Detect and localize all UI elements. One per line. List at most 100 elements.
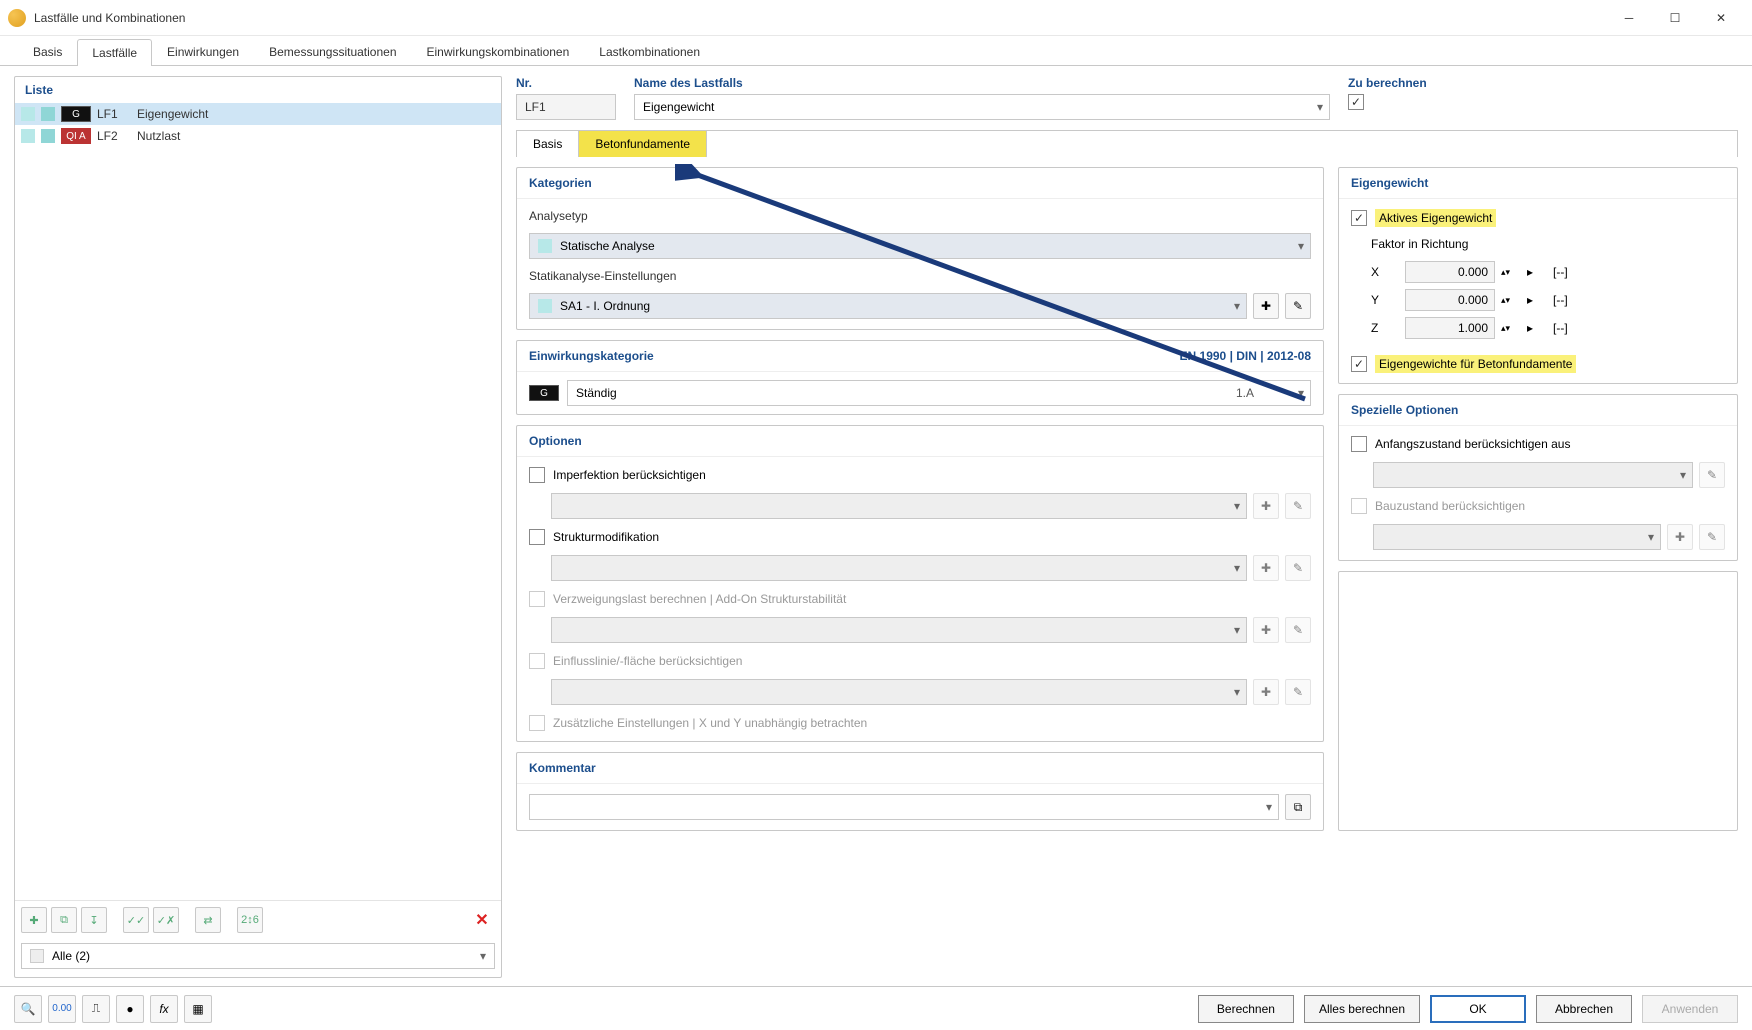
chevron-down-icon: ▾ xyxy=(1298,386,1304,400)
arrow-icon[interactable]: ▸ xyxy=(1527,293,1547,307)
factor-x-input[interactable] xyxy=(1405,261,1495,283)
tab-einwirkungskombinationen[interactable]: Einwirkungskombinationen xyxy=(412,38,585,65)
statik-combo[interactable]: SA1 - I. Ordnung ▾ xyxy=(529,293,1247,319)
combo-swatch-icon xyxy=(538,299,552,313)
alles-berechnen-button[interactable]: Alles berechnen xyxy=(1304,995,1420,1023)
anfang-checkbox[interactable] xyxy=(1351,436,1367,452)
nr-input[interactable] xyxy=(516,94,616,120)
factor-y-input[interactable] xyxy=(1405,289,1495,311)
factor-y-unit: [--] xyxy=(1553,293,1583,307)
lf-name: Eigengewicht xyxy=(137,107,208,121)
name-combo[interactable]: Eigengewicht ▾ xyxy=(634,94,1330,120)
calendar-icon[interactable]: ▦ xyxy=(184,995,212,1023)
new-settings-icon[interactable]: ✚ xyxy=(1253,293,1279,319)
edit-settings-icon[interactable]: ✎ xyxy=(1285,293,1311,319)
spezielle-title: Spezielle Optionen xyxy=(1339,395,1737,426)
subtab-basis[interactable]: Basis xyxy=(517,131,579,157)
delete-icon[interactable]: ✕ xyxy=(469,907,495,933)
filter-swatch-icon xyxy=(30,949,44,963)
einfluss-combo: ▾ xyxy=(551,679,1247,705)
kommentar-edit-icon[interactable]: ⧉ xyxy=(1285,794,1311,820)
name-label: Name des Lastfalls xyxy=(634,76,1330,90)
check-icon[interactable]: ✓✓ xyxy=(123,907,149,933)
aktives-checkbox[interactable] xyxy=(1351,210,1367,226)
detail-panel: Nr. Name des Lastfalls Eigengewicht ▾ Zu… xyxy=(516,76,1738,978)
filter-combo[interactable]: Alle (2) ▾ xyxy=(21,943,495,969)
new-icon[interactable]: ✚ xyxy=(21,907,47,933)
dot-icon[interactable]: ● xyxy=(116,995,144,1023)
list-panel: Liste G LF1 Eigengewicht QI A LF2 Nutzla… xyxy=(14,76,502,978)
einwirkung-combo[interactable]: Ständig 1.A ▾ xyxy=(567,380,1311,406)
einwirkung-title: Einwirkungskategorie xyxy=(529,349,654,363)
insert-icon[interactable]: ↧ xyxy=(81,907,107,933)
tab-basis[interactable]: Basis xyxy=(18,38,77,65)
minimize-button[interactable]: ─ xyxy=(1606,3,1652,33)
model-icon[interactable]: ⎍ xyxy=(82,995,110,1023)
swap-icon[interactable]: ⇄ xyxy=(195,907,221,933)
edit-icon: ✎ xyxy=(1699,462,1725,488)
zu-berechnen-checkbox[interactable] xyxy=(1348,94,1364,110)
spinner-icon[interactable]: ▴▾ xyxy=(1501,323,1521,334)
list-row-lf2[interactable]: QI A LF2 Nutzlast xyxy=(15,125,501,147)
group-eigengewicht: Eigengewicht Aktives Eigengewicht Faktor… xyxy=(1338,167,1738,384)
main-tabs: Basis Lastfälle Einwirkungen Bemessungss… xyxy=(0,36,1752,66)
chevron-down-icon: ▾ xyxy=(1234,299,1240,313)
struktur-checkbox[interactable] xyxy=(529,529,545,545)
bauzustand-label: Bauzustand berücksichtigen xyxy=(1375,499,1525,513)
factor-z-input[interactable] xyxy=(1405,317,1495,339)
fx-icon[interactable]: fx xyxy=(150,995,178,1023)
spinner-icon[interactable]: ▴▾ xyxy=(1501,295,1521,306)
group-kategorien: Kategorien Analysetyp Statische Analyse … xyxy=(516,167,1324,330)
imperfektion-label: Imperfektion berücksichtigen xyxy=(553,468,706,482)
subtab-betonfundamente[interactable]: Betonfundamente xyxy=(579,131,707,157)
list-area[interactable]: G LF1 Eigengewicht QI A LF2 Nutzlast xyxy=(15,103,501,900)
eigengewicht-title: Eigengewicht xyxy=(1339,168,1737,199)
tab-lastkombinationen[interactable]: Lastkombinationen xyxy=(584,38,715,65)
tab-bemessungssituationen[interactable]: Bemessungssituationen xyxy=(254,38,411,65)
berechnen-button[interactable]: Berechnen xyxy=(1198,995,1294,1023)
tab-lastfaelle[interactable]: Lastfälle xyxy=(77,39,152,66)
edit-icon: ✎ xyxy=(1285,679,1311,705)
analysetyp-label: Analysetyp xyxy=(529,209,1311,223)
lf-number: LF1 xyxy=(97,107,131,121)
arrow-icon[interactable]: ▸ xyxy=(1527,321,1547,335)
einwirkung-norm: EN 1990 | DIN | 2012-08 xyxy=(1180,349,1311,363)
lf-name: Nutzlast xyxy=(137,129,180,143)
factor-z-unit: [--] xyxy=(1553,321,1583,335)
einwirkung-value: Ständig xyxy=(576,386,617,400)
einfluss-label: Einflusslinie/-fläche berücksichtigen xyxy=(553,654,742,668)
kommentar-title: Kommentar xyxy=(517,753,1323,784)
bauzustand-combo: ▾ xyxy=(1373,524,1661,550)
imperfektion-checkbox[interactable] xyxy=(529,467,545,483)
aktives-label: Aktives Eigengewicht xyxy=(1375,209,1496,227)
kommentar-combo[interactable]: ▾ xyxy=(529,794,1279,820)
close-button[interactable]: ✕ xyxy=(1698,3,1744,33)
beton-checkbox[interactable] xyxy=(1351,356,1367,372)
category-tag-qi: QI A xyxy=(61,128,91,144)
statik-value: SA1 - I. Ordnung xyxy=(560,299,650,313)
tab-einwirkungen[interactable]: Einwirkungen xyxy=(152,38,254,65)
name-value: Eigengewicht xyxy=(643,100,714,114)
app-icon xyxy=(8,9,26,27)
ok-button[interactable]: OK xyxy=(1430,995,1526,1023)
factor-x-label: X xyxy=(1371,265,1399,279)
maximize-button[interactable]: ☐ xyxy=(1652,3,1698,33)
units-icon[interactable]: 0.00 xyxy=(48,995,76,1023)
analysetyp-combo[interactable]: Statische Analyse ▾ xyxy=(529,233,1311,259)
edit-icon: ✎ xyxy=(1285,493,1311,519)
abbrechen-button[interactable]: Abbrechen xyxy=(1536,995,1632,1023)
uncheck-icon[interactable]: ✓✗ xyxy=(153,907,179,933)
spinner-icon[interactable]: ▴▾ xyxy=(1501,267,1521,278)
arrow-icon[interactable]: ▸ xyxy=(1527,265,1547,279)
group-kommentar: Kommentar ▾ ⧉ xyxy=(516,752,1324,831)
list-row-lf1[interactable]: G LF1 Eigengewicht xyxy=(15,103,501,125)
edit-icon: ✎ xyxy=(1285,617,1311,643)
new-icon: ✚ xyxy=(1253,493,1279,519)
color-swatch xyxy=(41,129,55,143)
renumber-icon[interactable]: 2↕6 xyxy=(237,907,263,933)
copy-icon[interactable]: ⧉ xyxy=(51,907,77,933)
edit-icon: ✎ xyxy=(1285,555,1311,581)
edit-icon: ✎ xyxy=(1699,524,1725,550)
zusatz-label: Zusätzliche Einstellungen | X und Y unab… xyxy=(553,716,867,730)
search-icon[interactable]: 🔍 xyxy=(14,995,42,1023)
